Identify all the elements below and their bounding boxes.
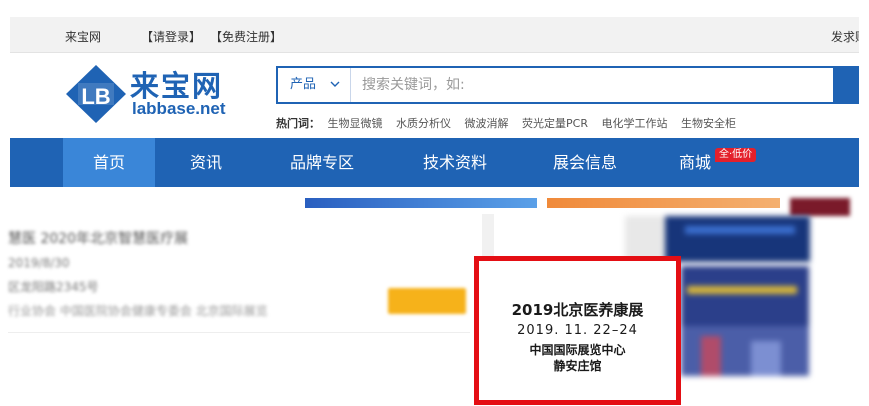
logo-mark-text: LB bbox=[81, 84, 110, 109]
nav-item-tech-docs[interactable]: 技术资料 bbox=[405, 138, 505, 187]
event-title[interactable]: 慧医 2020年北京智慧医疗展 bbox=[8, 228, 188, 248]
nav-item-brands[interactable]: 品牌专区 bbox=[272, 138, 372, 187]
search-button[interactable] bbox=[833, 66, 859, 104]
hot-word-link[interactable]: 生物显微镜 bbox=[328, 117, 383, 130]
banner-strip-dark[interactable] bbox=[790, 198, 850, 216]
event-date: 2019/8/30 bbox=[8, 256, 70, 270]
banner-strip-orange[interactable] bbox=[547, 198, 780, 208]
nav-item-mall[interactable]: 商城 bbox=[665, 138, 725, 187]
hot-word-link[interactable]: 微波消解 bbox=[465, 117, 509, 130]
chevron-down-icon bbox=[330, 81, 340, 87]
search-input[interactable] bbox=[352, 68, 832, 102]
site-name-link[interactable]: 来宝网 bbox=[65, 28, 101, 45]
expo-ad-highlight[interactable]: 2019北京医养康展 2019. 11. 22–24 中国国际展览中心 静安庄馆 bbox=[474, 256, 681, 405]
divider bbox=[8, 332, 470, 333]
nav-item-exhibitions[interactable]: 展会信息 bbox=[535, 138, 635, 187]
expo-venue: 中国国际展览中心 bbox=[529, 343, 626, 357]
ad-thumbnail-graphic bbox=[681, 266, 809, 376]
search-category-select[interactable]: 产品 bbox=[278, 68, 351, 102]
hot-word-link[interactable]: 生物安全柜 bbox=[681, 117, 736, 130]
expo-hall: 静安庄馆 bbox=[553, 359, 602, 373]
publish-request-link[interactable]: 发求购 bbox=[831, 28, 859, 45]
site-logo[interactable]: LB 来宝网 labbase.net bbox=[64, 63, 244, 125]
main-nav: 首页 资讯 品牌专区 技术资料 展会信息 商城 bbox=[10, 138, 859, 187]
event-listing[interactable]: 慧医 2020年北京智慧医疗展 2019/8/30 区龙阳路2345号 行业协会… bbox=[0, 214, 478, 364]
event-action-button[interactable] bbox=[388, 288, 466, 314]
login-link[interactable]: 【请登录】 bbox=[141, 28, 201, 45]
hot-word-link[interactable]: 荧光定量PCR bbox=[522, 117, 588, 130]
ad-thumbnail[interactable] bbox=[681, 266, 809, 376]
event-address: 区龙阳路2345号 bbox=[8, 280, 99, 294]
mall-badge: 全·低价 bbox=[715, 148, 757, 162]
logo-mark-icon: LB bbox=[66, 65, 126, 123]
banner-strip-blue[interactable] bbox=[305, 198, 537, 208]
nav-item-news[interactable]: 资讯 bbox=[167, 138, 245, 187]
hot-word-link[interactable]: 电化学工作站 bbox=[601, 117, 667, 130]
logo-name-en: labbase.net bbox=[132, 99, 226, 118]
expo-dates: 2019. 11. 22–24 bbox=[517, 323, 638, 338]
event-organizer: 行业协会 中国医院协会健康专委会 北京国际展览 bbox=[8, 304, 268, 318]
nav-item-home[interactable]: 首页 bbox=[63, 138, 155, 187]
register-link[interactable]: 【免费注册】 bbox=[210, 28, 282, 45]
hot-word-link[interactable]: 水质分析仪 bbox=[396, 117, 451, 130]
expo-title: 2019北京医养康展 bbox=[511, 301, 644, 319]
hot-words: 热门词： 生物显微镜 水质分析仪 微波消解 荧光定量PCR 电化学工作站 生物安… bbox=[276, 115, 746, 131]
search-bar: 产品 bbox=[276, 66, 859, 104]
hot-words-label: 热门词： bbox=[276, 117, 320, 130]
top-bar: 来宝网 【请登录】 【免费注册】 发求购 bbox=[10, 17, 859, 53]
search-category-label: 产品 bbox=[290, 77, 317, 92]
